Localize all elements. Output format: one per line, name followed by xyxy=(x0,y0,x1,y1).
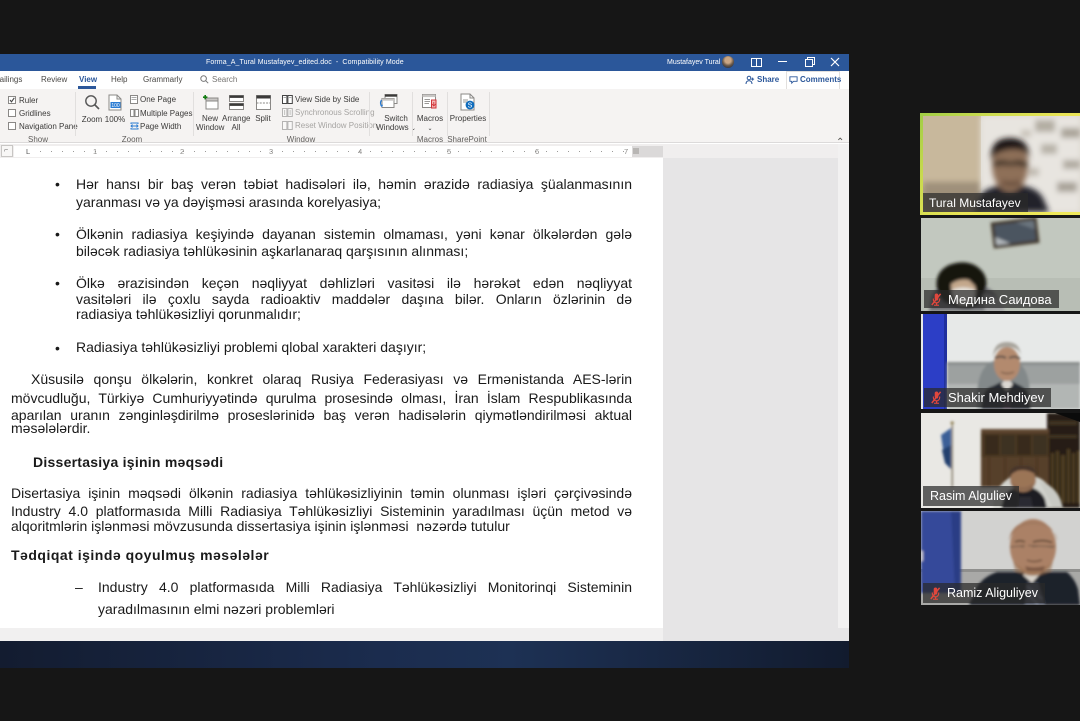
svg-text:S: S xyxy=(468,103,473,110)
svg-text:100: 100 xyxy=(111,103,120,109)
